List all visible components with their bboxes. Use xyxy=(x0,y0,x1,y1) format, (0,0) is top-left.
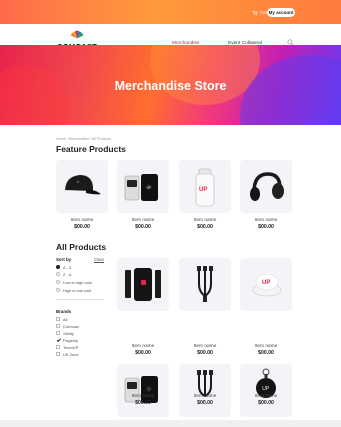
cap-icon xyxy=(65,175,101,195)
sort-option-label: A - Z xyxy=(63,264,72,270)
product-name: Item name xyxy=(131,344,155,349)
sort-option-high-to-low[interactable]: High to low cost xyxy=(56,287,91,293)
product-card[interactable] xyxy=(117,364,169,417)
brand-option-xfinity[interactable]: Xfinity xyxy=(56,330,74,336)
featured-product-card[interactable]: UP xyxy=(117,160,169,213)
all-products-title: All Products xyxy=(56,242,107,252)
radio-icon xyxy=(56,280,60,284)
sort-option-label: High to low cost xyxy=(63,287,92,293)
multi-cable-icon xyxy=(197,370,213,398)
checkbox-icon xyxy=(56,338,60,342)
checkbox-icon xyxy=(56,352,60,356)
sort-option-label: Low to high cost xyxy=(63,279,92,285)
brand-option-teamup[interactable]: TeamUP xyxy=(56,344,78,350)
checkbox-icon xyxy=(56,345,60,349)
brand-option-label: Flagship xyxy=(63,337,79,343)
svg-text:UP: UP xyxy=(199,187,207,193)
radio-icon xyxy=(56,288,60,292)
svg-text:UP: UP xyxy=(262,386,270,392)
product-name: Item name xyxy=(193,344,217,349)
headphones-icon xyxy=(250,172,284,201)
page: Cart My account COMCAST Merchandise Even… xyxy=(0,0,341,427)
hero-banner: Merchandise Store xyxy=(0,45,341,125)
product-price: $00.00 xyxy=(135,350,151,356)
product-price: $00.00 xyxy=(197,400,213,406)
brand-option-lift-zone[interactable]: Lift Zone xyxy=(56,351,79,357)
product-price: $00.00 xyxy=(74,224,90,230)
product-price: $00.00 xyxy=(135,400,151,406)
peacock-logo-icon xyxy=(70,30,84,39)
water-bottle-icon: UP xyxy=(195,168,215,207)
hero-decoration xyxy=(0,65,70,125)
featured-product-card[interactable] xyxy=(56,160,108,213)
clear-filters-link[interactable]: Clear xyxy=(94,257,104,262)
product-card[interactable]: UP xyxy=(240,258,292,311)
page-footer-edge xyxy=(0,420,341,427)
my-account-button[interactable]: My account xyxy=(267,8,295,17)
featured-product-card[interactable]: UP xyxy=(179,160,231,213)
svg-text:UP: UP xyxy=(147,186,151,190)
product-card[interactable]: UP xyxy=(240,364,292,417)
product-price: $00.00 xyxy=(135,224,151,230)
sort-option-label: Z - A xyxy=(63,271,72,277)
brand-option-label: TeamUP xyxy=(63,344,79,350)
brand-option-label: All xyxy=(63,316,68,322)
radio-icon xyxy=(56,265,60,269)
product-card[interactable] xyxy=(179,258,231,311)
brand-option-label: Lift Zone xyxy=(63,351,79,357)
brand-option-all[interactable]: All xyxy=(56,316,67,322)
phone-wallet-icon: UP xyxy=(124,174,158,201)
brand-option-flagship[interactable]: Flagship xyxy=(56,337,78,343)
featured-product-card[interactable] xyxy=(240,160,292,213)
sort-option-low-to-high[interactable]: Low to high cost xyxy=(56,279,92,285)
product-price: $00.00 xyxy=(258,224,274,230)
product-name: Item name xyxy=(131,394,155,399)
tracker-keyring-icon: UP xyxy=(256,368,276,398)
brand-option-comcast[interactable]: Comcast xyxy=(56,323,79,329)
phone-grip-icon: UP xyxy=(252,273,282,297)
product-card[interactable] xyxy=(179,364,231,417)
product-price: $00.00 xyxy=(258,350,274,356)
brand-option-label: Xfinity xyxy=(63,330,74,336)
brands-label: Brands xyxy=(56,309,72,314)
checkbox-icon xyxy=(56,331,60,335)
radio-icon xyxy=(56,272,60,276)
product-name: Item name xyxy=(254,394,278,399)
sidebar-divider xyxy=(56,299,104,300)
product-name: Item name xyxy=(70,218,94,223)
product-price: $00.00 xyxy=(197,350,213,356)
product-name: Item name xyxy=(254,218,278,223)
checkbox-icon xyxy=(56,324,60,328)
multi-cable-icon xyxy=(197,266,213,302)
product-name: Item name xyxy=(193,218,217,223)
brand-option-label: Comcast xyxy=(63,323,79,329)
product-price: $00.00 xyxy=(258,400,274,406)
power-bank-icon xyxy=(125,268,161,301)
product-name: Item name xyxy=(193,394,217,399)
product-name: Item name xyxy=(131,218,155,223)
featured-products-title: Feature Products xyxy=(56,144,126,154)
product-card[interactable] xyxy=(117,258,169,311)
sort-by-label: Sort by xyxy=(56,257,72,262)
sort-option-z-a[interactable]: Z - A xyxy=(56,271,71,277)
cart-icon xyxy=(252,10,258,15)
product-name: Item name xyxy=(254,344,278,349)
top-bar: Cart My account xyxy=(0,0,341,24)
svg-text:UP: UP xyxy=(262,280,270,286)
breadcrumb[interactable]: Home / Merchandise / All Products xyxy=(56,137,111,141)
hero-title: Merchandise Store xyxy=(114,79,227,93)
phone-wallet-icon xyxy=(124,376,158,403)
checkbox-icon xyxy=(56,317,60,321)
product-price: $00.00 xyxy=(197,224,213,230)
sort-option-a-z[interactable]: A - Z xyxy=(56,264,71,270)
